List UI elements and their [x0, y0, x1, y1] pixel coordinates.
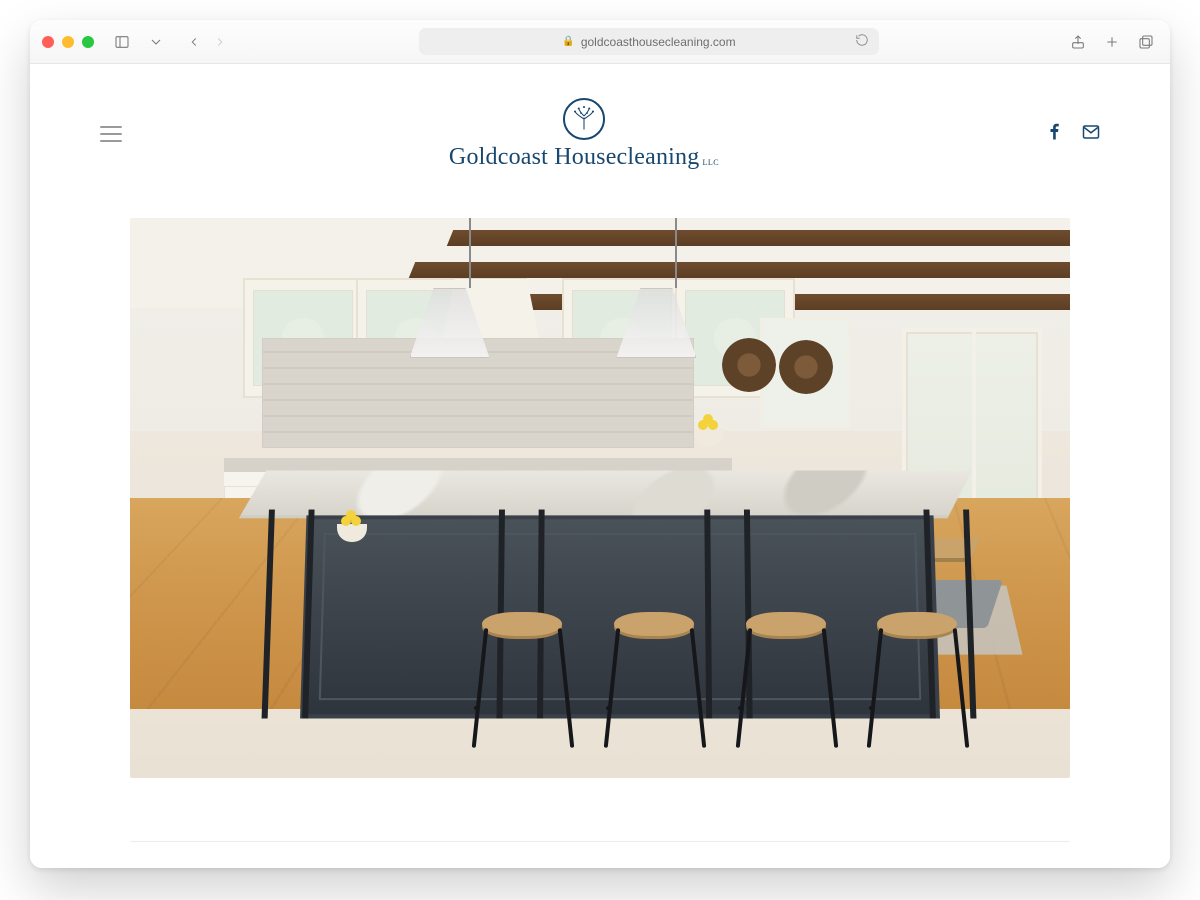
browser-window: 🔒 goldcoasthousecleaning.com [30, 20, 1170, 868]
fullscreen-window-button[interactable] [82, 36, 94, 48]
address-bar[interactable]: 🔒 goldcoasthousecleaning.com [419, 28, 879, 55]
section-divider [130, 841, 1070, 842]
hero-image [130, 218, 1070, 778]
close-window-button[interactable] [42, 36, 54, 48]
share-button[interactable] [1066, 30, 1090, 54]
forward-button[interactable] [208, 30, 232, 54]
minimize-window-button[interactable] [62, 36, 74, 48]
site-header: Goldcoast Housecleaning LLC [30, 64, 1170, 204]
brand-name: Goldcoast Housecleaning LLC [449, 144, 719, 171]
email-link[interactable] [1082, 123, 1100, 146]
nav-buttons [182, 30, 232, 54]
browser-toolbar: 🔒 goldcoasthousecleaning.com [30, 20, 1170, 64]
address-bar-text: goldcoasthousecleaning.com [581, 35, 736, 49]
brand-text: Goldcoast Housecleaning [449, 144, 700, 171]
social-links [1046, 123, 1100, 146]
lock-icon: 🔒 [562, 36, 574, 47]
facebook-icon [1046, 123, 1064, 141]
facebook-link[interactable] [1046, 123, 1064, 146]
brand-suffix: LLC [702, 158, 719, 171]
reload-button[interactable] [855, 33, 871, 49]
tab-overview-button[interactable] [1134, 30, 1158, 54]
toolbar-right [1066, 30, 1158, 54]
sidebar-toggle-button[interactable] [110, 30, 134, 54]
toolbar-dropdown-icon[interactable] [144, 30, 168, 54]
email-icon [1082, 123, 1100, 141]
site-logo[interactable]: Goldcoast Housecleaning LLC [122, 98, 1046, 171]
menu-button[interactable] [100, 126, 122, 142]
window-controls [42, 36, 94, 48]
back-button[interactable] [182, 30, 206, 54]
tree-emblem-icon [563, 98, 605, 140]
new-tab-button[interactable] [1100, 30, 1124, 54]
page-content: Goldcoast Housecleaning LLC [30, 64, 1170, 868]
